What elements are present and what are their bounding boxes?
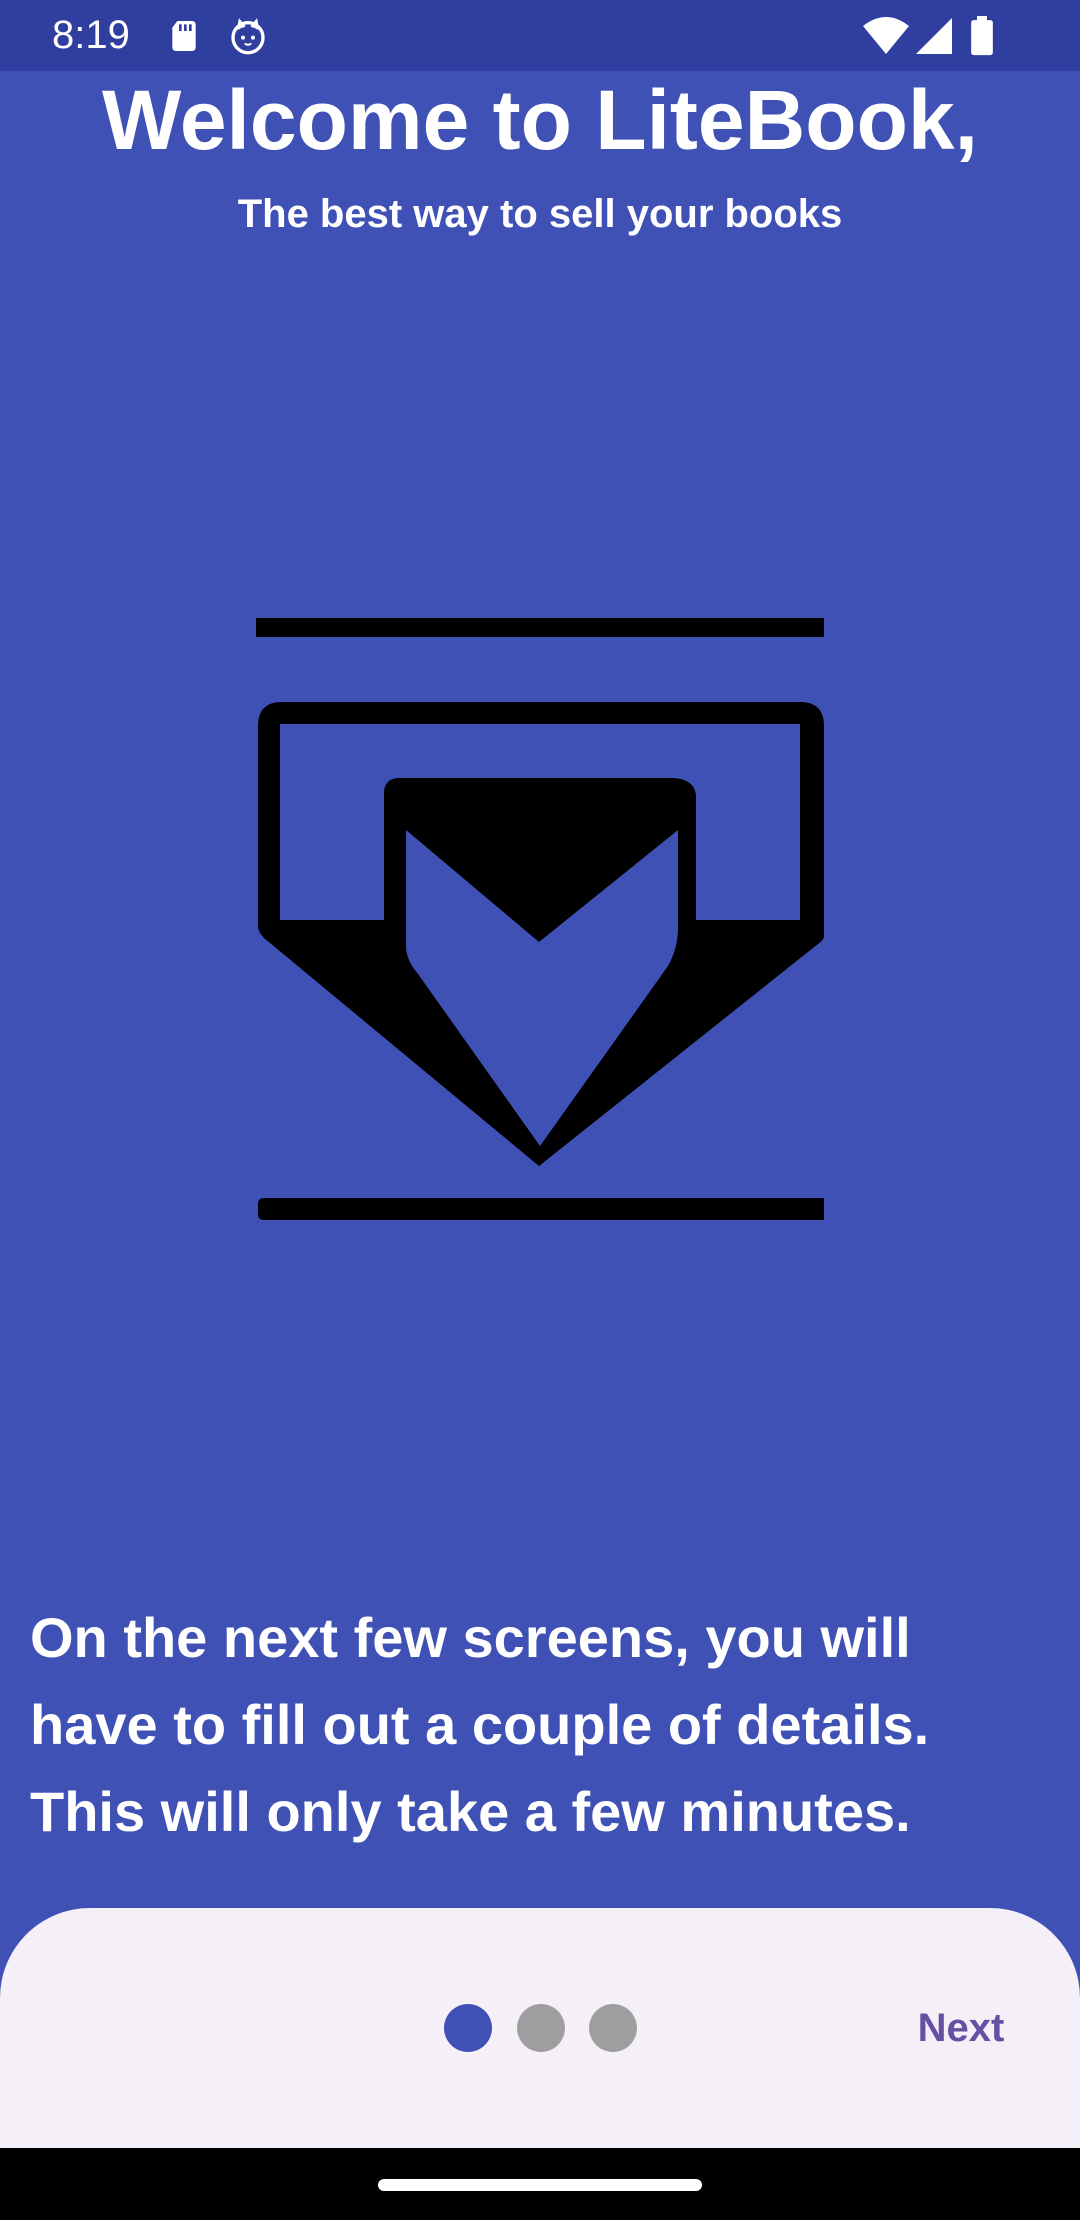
signal-icon: [916, 18, 952, 54]
page-dot-2[interactable]: [517, 2004, 565, 2052]
page-dot-3[interactable]: [589, 2004, 637, 2052]
welcome-subtitle: The best way to sell your books: [237, 192, 843, 236]
home-gesture-handle[interactable]: [378, 2179, 702, 2191]
status-bar: 8:19: [0, 0, 1080, 71]
next-button[interactable]: Next: [886, 1996, 1036, 2060]
cat-icon: [231, 18, 265, 55]
onboarding-description: On the next few screens, you will have t…: [30, 1606, 930, 1843]
system-navigation-bar: [0, 2148, 1080, 2220]
onboarding-screen: 8:19 Welcome to LiteBook, The best way t…: [0, 0, 1080, 2220]
battery-icon: [971, 16, 993, 56]
mail-inbox-download-icon: [256, 618, 824, 1220]
sd-card-icon: [172, 21, 196, 51]
bottom-navigation-sheet: Next: [0, 1908, 1080, 2148]
status-time: 8:19: [52, 13, 130, 57]
welcome-title: Welcome to LiteBook,: [102, 73, 978, 167]
page-dot-1-active[interactable]: [444, 2004, 492, 2052]
wifi-icon: [863, 17, 909, 54]
